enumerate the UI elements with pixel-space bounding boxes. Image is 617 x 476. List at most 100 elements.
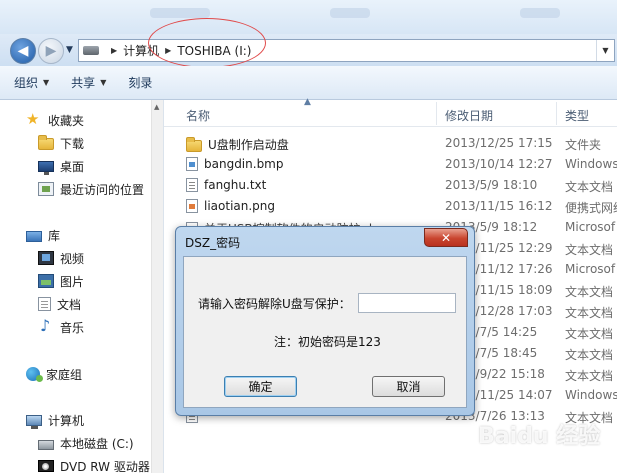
sidebar-item-label: 最近访问的位置 <box>60 182 145 197</box>
desktop-icon <box>38 160 54 175</box>
file-row[interactable]: bangdin.bmp 2013/10/14 12:27 Windows <box>164 154 617 175</box>
homegroup-icon <box>26 367 43 382</box>
dvd-drive-icon <box>38 460 54 472</box>
baidu-watermark: Baidu 经验 <box>478 424 601 449</box>
burn-label: 刻录 <box>128 76 153 90</box>
file-row[interactable]: U盘制作启动盘 2013/12/25 17:15 文件夹 <box>164 133 617 154</box>
sidebar-item-label: 桌面 <box>60 159 85 174</box>
file-type: 文本文档 <box>565 348 614 362</box>
sidebar-item-desktop[interactable]: 桌面 <box>38 156 84 176</box>
blurred-tab <box>520 8 560 18</box>
picture-icon <box>38 274 54 288</box>
folder-icon <box>186 136 202 152</box>
file-type: Windows <box>565 388 617 402</box>
drive-icon <box>83 46 99 55</box>
organize-label: 组织 <box>14 76 39 90</box>
file-date: 2013/12/25 17:15 <box>445 136 553 150</box>
column-header-date[interactable]: 修改日期 <box>445 107 493 124</box>
file-date: 2013/11/15 16:12 <box>445 199 553 213</box>
address-history-dropdown[interactable]: ▼ <box>596 40 614 61</box>
sidebar-item-label: 收藏夹 <box>48 113 85 128</box>
sidebar-item-videos[interactable]: 视频 <box>38 248 84 268</box>
downloads-folder-icon <box>38 135 54 150</box>
sidebar-item-label: 音乐 <box>60 320 85 335</box>
recent-places-icon <box>38 182 54 196</box>
file-name: liaotian.png <box>204 199 276 213</box>
column-header-name[interactable]: 名称 <box>186 107 210 124</box>
file-row[interactable]: liaotian.png 2013/11/15 16:12 便携式网络 <box>164 196 617 217</box>
music-note-icon <box>38 316 54 335</box>
column-divider[interactable] <box>436 102 437 125</box>
sidebar-item-pictures[interactable]: 图片 <box>38 271 84 291</box>
annotation-ellipse <box>148 18 266 68</box>
sidebar-item-documents[interactable]: 文档 <box>38 294 81 314</box>
file-row[interactable]: fanghu.txt 2013/5/9 18:10 文本文档 <box>164 175 617 196</box>
library-icon <box>26 230 42 242</box>
chevron-down-icon: ▼ <box>100 78 107 87</box>
sidebar-item-label: 库 <box>48 228 61 243</box>
share-button[interactable]: 共享 ▼ <box>71 74 106 91</box>
share-label: 共享 <box>71 76 96 90</box>
chevron-down-icon: ▼ <box>43 78 50 87</box>
chevron-right-icon[interactable]: ▶ <box>111 46 117 55</box>
sidebar-item-music[interactable]: 音乐 <box>38 316 85 337</box>
navigation-pane-scrollbar[interactable]: ▲ <box>151 100 163 473</box>
text-file-icon <box>186 178 198 192</box>
column-header-type[interactable]: 类型 <box>565 107 589 124</box>
file-type: Microsof <box>565 262 616 276</box>
sidebar-item-recent[interactable]: 最近访问的位置 <box>38 179 144 199</box>
hard-disk-icon <box>38 439 54 450</box>
file-date: 2013/5/9 18:10 <box>445 178 538 192</box>
dialog-body: 请输入密码解除U盘写保护： 注：初始密码是123 确定 取消 <box>183 256 467 408</box>
file-type: 文本文档 <box>565 369 614 383</box>
sidebar-item-dvd-drive[interactable]: DVD RW 驱动器 <box>38 456 150 476</box>
file-name: bangdin.bmp <box>204 157 284 171</box>
sidebar-item-libraries[interactable]: 库 <box>26 225 60 245</box>
sidebar-item-label: 本地磁盘 (C:) <box>60 436 134 451</box>
file-type: 文本文档 <box>565 327 614 341</box>
computer-icon <box>26 414 42 429</box>
dialog-title: DSZ_密码 <box>185 236 241 250</box>
blurred-tab <box>330 8 370 18</box>
png-file-icon <box>186 199 198 213</box>
column-divider[interactable] <box>556 102 557 125</box>
sidebar-item-label: 计算机 <box>48 413 85 428</box>
forward-button[interactable]: ▶ <box>38 38 64 64</box>
navigation-bar: ◀ ▶ ▼ ▶ 计算机 ▶ TOSHIBA (I:) ▼ <box>0 34 617 66</box>
default-password-note: 注：初始密码是123 <box>274 335 381 349</box>
back-button[interactable]: ◀ <box>10 38 36 64</box>
command-bar: 组织 ▼ 共享 ▼ 刻录 <box>0 66 617 100</box>
file-type: 文本文档 <box>565 243 614 257</box>
arrow-right-icon: ▶ <box>45 43 57 59</box>
star-icon <box>26 110 42 128</box>
file-date: 2013/10/14 12:27 <box>445 157 553 171</box>
navigation-pane: 收藏夹 下载 桌面 最近访问的位置 库 视频 图片 文档 音乐 家庭组 计算机 … <box>0 100 164 476</box>
arrow-left-icon: ◀ <box>17 43 29 59</box>
sidebar-item-computer[interactable]: 计算机 <box>26 410 84 430</box>
file-type: 文本文档 <box>565 306 614 320</box>
burn-button[interactable]: 刻录 <box>128 74 152 91</box>
scroll-up-icon[interactable]: ▲ <box>154 103 159 111</box>
sidebar-item-downloads[interactable]: 下载 <box>38 133 84 153</box>
sidebar-item-label: 图片 <box>60 274 85 289</box>
organize-button[interactable]: 组织 ▼ <box>14 74 49 91</box>
sidebar-item-label: 家庭组 <box>46 367 83 382</box>
file-type: Windows <box>565 157 617 171</box>
sidebar-item-homegroup[interactable]: 家庭组 <box>26 364 82 384</box>
recent-pages-dropdown[interactable]: ▼ <box>66 45 73 55</box>
sidebar-item-label: 下载 <box>60 136 85 151</box>
bmp-file-icon <box>186 157 198 171</box>
blurred-tab <box>150 8 210 18</box>
file-type: 文本文档 <box>565 285 614 299</box>
sidebar-item-local-disk[interactable]: 本地磁盘 (C:) <box>38 433 134 453</box>
file-type: 文件夹 <box>565 138 602 152</box>
cancel-button[interactable]: 取消 <box>372 376 445 397</box>
sidebar-item-label: 视频 <box>60 251 85 266</box>
password-dialog: DSZ_密码 ✕ 请输入密码解除U盘写保护： 注：初始密码是123 确定 取消 <box>175 226 475 416</box>
ok-button[interactable]: 确定 <box>224 376 297 397</box>
password-input[interactable] <box>358 293 456 313</box>
file-type: 文本文档 <box>565 180 614 194</box>
sidebar-item-favorites[interactable]: 收藏夹 <box>26 110 84 130</box>
close-button[interactable]: ✕ <box>424 228 468 247</box>
close-icon: ✕ <box>440 230 452 245</box>
